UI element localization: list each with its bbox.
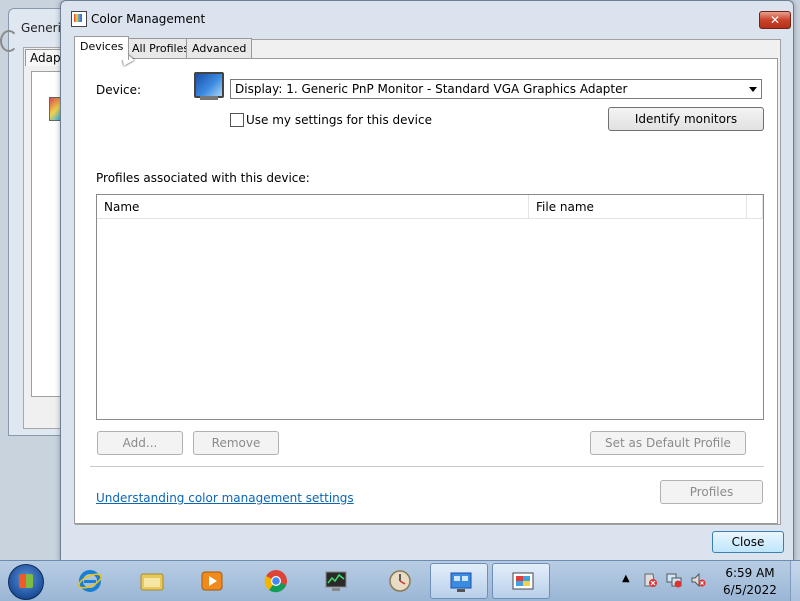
tab-devices[interactable]: Devices — [74, 36, 130, 60]
tab-advanced[interactable]: Advanced — [186, 38, 253, 58]
use-my-settings-checkbox[interactable] — [230, 113, 244, 127]
column-header-filler — [747, 195, 763, 219]
folder-icon — [140, 573, 164, 591]
use-my-settings-label[interactable]: Use my settings for this device — [246, 113, 432, 127]
refresh-icon — [0, 30, 18, 52]
divider — [90, 466, 764, 467]
explorer-taskbar-button[interactable] — [122, 563, 180, 599]
profiles-label: Profiles associated with this device: — [96, 171, 310, 185]
task-manager-taskbar-button[interactable] — [306, 563, 364, 599]
remove-profile-button[interactable]: Remove — [193, 431, 279, 455]
clock-time[interactable]: 6:59 AM — [720, 566, 780, 580]
chrome-icon — [264, 570, 287, 593]
help-link[interactable]: Understanding color management settings — [96, 491, 354, 505]
device-label: Device: — [96, 83, 142, 97]
chevron-down-icon — [749, 87, 757, 92]
action-center-icon[interactable] — [642, 572, 658, 588]
show-hidden-icons-button[interactable]: ▲ — [622, 573, 630, 584]
volume-muted-icon[interactable] — [690, 572, 706, 588]
identify-monitors-button[interactable]: Identify monitors — [608, 107, 764, 131]
color-management-icon — [71, 11, 87, 27]
taskbar: ▲ 6:59 AM 6/5/2022 — [0, 560, 800, 601]
color-management-taskbar-icon — [512, 572, 534, 590]
column-header-name[interactable]: Name — [97, 195, 529, 219]
set-default-profile-button[interactable]: Set as Default Profile — [590, 431, 746, 455]
media-player-icon — [201, 571, 223, 591]
display-settings-icon — [450, 572, 472, 592]
chrome-taskbar-button[interactable] — [246, 563, 304, 599]
color-management-taskbar-button[interactable] — [492, 563, 550, 599]
device-select-value: Display: 1. Generic PnP Monitor - Standa… — [235, 82, 628, 96]
title-bar[interactable]: Color Management ✕ — [61, 1, 793, 35]
ie-taskbar-button[interactable] — [60, 563, 118, 599]
profiles-button[interactable]: Profiles — [660, 480, 763, 504]
close-button[interactable]: Close — [712, 531, 784, 553]
device-select[interactable]: Display: 1. Generic PnP Monitor - Standa… — [230, 79, 762, 99]
column-header-file-name[interactable]: File name — [529, 195, 747, 219]
task-manager-icon — [325, 571, 347, 591]
clock-app-taskbar-button[interactable] — [370, 563, 428, 599]
close-window-button[interactable]: ✕ — [759, 11, 791, 29]
monitor-icon — [194, 72, 224, 98]
profiles-table[interactable]: Name File name — [96, 194, 764, 420]
monitor-stand — [200, 96, 218, 100]
show-desktop-button[interactable] — [790, 561, 800, 601]
clock-app-icon — [389, 570, 411, 592]
window-title: Color Management — [91, 12, 206, 26]
start-button[interactable] — [8, 564, 44, 600]
display-settings-taskbar-button[interactable] — [430, 563, 488, 599]
media-player-taskbar-button[interactable] — [182, 563, 240, 599]
network-icon[interactable] — [666, 572, 682, 588]
ie-icon — [78, 570, 102, 592]
tab-all-profiles[interactable]: All Profiles — [126, 38, 196, 58]
clock-date[interactable]: 6/5/2022 — [720, 583, 780, 597]
add-profile-button[interactable]: Add... — [97, 431, 183, 455]
